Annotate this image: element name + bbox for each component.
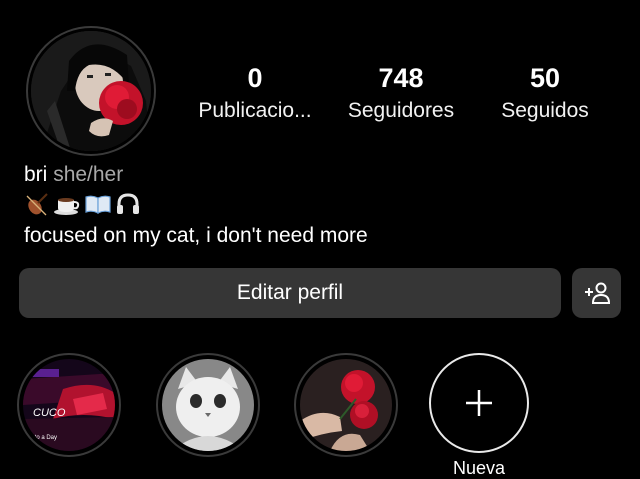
- profile-pronouns: she/her: [53, 163, 124, 186]
- headphones-icon: [117, 193, 139, 214]
- profile-name: bri: [24, 163, 48, 186]
- highlight-overlay-text: CUCO: [33, 407, 66, 419]
- avatar-photo: [31, 31, 151, 151]
- story-highlight[interactable]: CUCO r to a Day: [17, 353, 121, 457]
- highlight-overlay-caption: r to a Day: [31, 435, 58, 441]
- story-highlight[interactable]: [294, 353, 398, 457]
- posts-count: 0: [247, 63, 263, 93]
- following-count: 50: [529, 63, 561, 93]
- bio-emoji-row: [24, 191, 141, 217]
- coffee-cup-icon: [54, 198, 80, 215]
- posts-stat[interactable]: 0 Publicacio...: [190, 62, 320, 126]
- new-highlight-label: Nueva: [452, 458, 506, 478]
- open-book-icon: [85, 195, 111, 214]
- followers-count: 748: [378, 63, 424, 93]
- highlight-thumbnail: CUCO r to a Day: [23, 359, 115, 451]
- profile-name-row: bri she/her: [24, 161, 123, 189]
- avatar-image: [31, 31, 151, 151]
- profile-bio: focused on my cat, i don't need more: [24, 224, 368, 247]
- highlight-image-cat: [162, 359, 254, 451]
- plus-icon: [466, 390, 492, 416]
- posts-label: Publicacio...: [198, 99, 312, 122]
- edit-profile-button[interactable]: Editar perfil: [19, 268, 561, 318]
- new-highlight-button[interactable]: [429, 353, 529, 453]
- highlight-thumbnail: [162, 359, 254, 451]
- discover-people-button[interactable]: [572, 268, 621, 318]
- highlight-thumbnail: [300, 359, 392, 451]
- profile-avatar[interactable]: [26, 26, 156, 156]
- following-label: Seguidos: [501, 99, 589, 122]
- add-person-icon: [584, 282, 610, 304]
- following-stat[interactable]: 50 Seguidos: [492, 62, 598, 126]
- followers-stat[interactable]: 748 Seguidores: [338, 62, 464, 126]
- followers-label: Seguidores: [347, 99, 455, 122]
- violin-icon: [26, 193, 48, 216]
- highlight-image-roses: [300, 359, 392, 451]
- story-highlight[interactable]: [156, 353, 260, 457]
